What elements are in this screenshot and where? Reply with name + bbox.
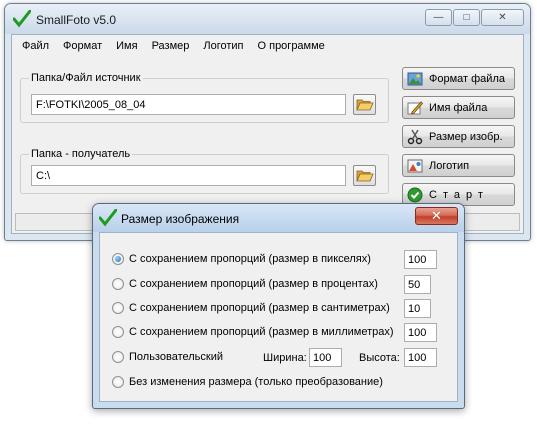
source-legend: Папка/Файл источник [29, 72, 143, 84]
option-centimeters[interactable]: С сохранением пропорций (размер в сантим… [112, 302, 390, 314]
option-millimeters-label: С сохранением пропорций (размер в миллим… [129, 326, 394, 338]
resize-dialog: Размер изображения ✕ С сохранением пропо… [92, 203, 465, 409]
check-icon [13, 10, 31, 28]
format-file-label: Формат файла [429, 72, 505, 85]
image-size-button[interactable]: Размер изобр. [402, 125, 515, 148]
option-pixels-label: С сохранением пропорций (размер в пиксел… [129, 253, 371, 265]
millimeters-value-input[interactable] [404, 323, 437, 342]
source-group: Папка/Файл источник [20, 72, 389, 123]
radio-centimeters[interactable] [112, 302, 124, 314]
option-custom-label: Пользовательский [129, 351, 223, 363]
scissors-icon [406, 128, 424, 146]
dialog-close-button[interactable]: ✕ [415, 207, 458, 225]
maximize-icon: □ [463, 12, 470, 23]
option-percent-label: С сохранением пропорций (размер в процен… [129, 278, 378, 290]
dialog-title: Размер изображения [121, 212, 240, 226]
start-label: Старт [429, 188, 489, 201]
image-size-label: Размер изобр. [429, 130, 503, 143]
format-file-button[interactable]: Формат файла [402, 67, 515, 90]
option-millimeters[interactable]: С сохранением пропорций (размер в миллим… [112, 326, 394, 338]
close-icon: ✕ [431, 208, 442, 223]
logo-button[interactable]: Логотип [402, 154, 515, 177]
picture-icon [406, 70, 424, 88]
menu-bar: Файл Формат Имя Размер Логотип О програм… [12, 35, 523, 57]
radio-millimeters[interactable] [112, 326, 124, 338]
radio-custom[interactable] [112, 351, 124, 363]
minimize-button[interactable]: — [425, 9, 452, 26]
option-no-resize[interactable]: Без изменения размера (только преобразов… [112, 376, 383, 388]
menu-logo[interactable]: Логотип [196, 40, 250, 52]
width-input[interactable] [309, 348, 342, 367]
option-no-resize-label: Без изменения размера (только преобразов… [129, 376, 383, 388]
percent-value-input[interactable] [404, 275, 431, 294]
folder-open-icon [355, 170, 374, 181]
logo-label: Логотип [429, 159, 470, 172]
source-path-input[interactable] [31, 94, 346, 115]
dialog-title-bar[interactable]: Размер изображения ✕ [93, 204, 464, 232]
option-pixels[interactable]: С сохранением пропорций (размер в пиксел… [112, 253, 371, 265]
close-button[interactable]: ✕ [481, 9, 524, 26]
check-icon [406, 186, 424, 204]
folder-open-icon [355, 99, 374, 110]
height-label: Высота: [359, 352, 400, 364]
menu-format[interactable]: Формат [56, 40, 109, 52]
title-bar[interactable]: SmallFoto v5.0 — □ ✕ [5, 4, 530, 34]
option-custom[interactable]: Пользовательский [112, 351, 223, 363]
pencil-icon [406, 99, 424, 117]
dest-group: Папка - получатель [20, 148, 389, 194]
menu-size[interactable]: Размер [145, 40, 197, 52]
file-name-label: Имя файла [429, 101, 488, 114]
centimeters-value-input[interactable] [404, 299, 431, 318]
menu-name[interactable]: Имя [109, 40, 144, 52]
radio-pixels[interactable] [112, 253, 124, 265]
dialog-client: С сохранением пропорций (размер в пиксел… [99, 232, 458, 402]
menu-about[interactable]: О программе [251, 40, 332, 52]
window-title: SmallFoto v5.0 [36, 13, 117, 27]
radio-percent[interactable] [112, 278, 124, 290]
menu-file[interactable]: Файл [15, 40, 56, 52]
minimize-icon: — [433, 12, 444, 23]
width-label: Ширина: [263, 352, 307, 364]
dest-path-input[interactable] [31, 165, 346, 186]
dest-legend: Папка - получатель [29, 148, 133, 160]
picture-icon [406, 157, 424, 175]
maximize-button[interactable]: □ [453, 9, 480, 26]
source-browse-button[interactable] [353, 94, 376, 115]
close-icon: ✕ [498, 12, 507, 23]
window-controls: — □ ✕ [424, 9, 524, 26]
radio-no-resize[interactable] [112, 376, 124, 388]
pixels-value-input[interactable] [404, 250, 437, 269]
option-percent[interactable]: С сохранением пропорций (размер в процен… [112, 278, 378, 290]
height-input[interactable] [404, 348, 437, 367]
option-centimeters-label: С сохранением пропорций (размер в сантим… [129, 302, 390, 314]
file-name-button[interactable]: Имя файла [402, 96, 515, 119]
dest-browse-button[interactable] [353, 165, 376, 186]
check-icon [99, 209, 117, 227]
